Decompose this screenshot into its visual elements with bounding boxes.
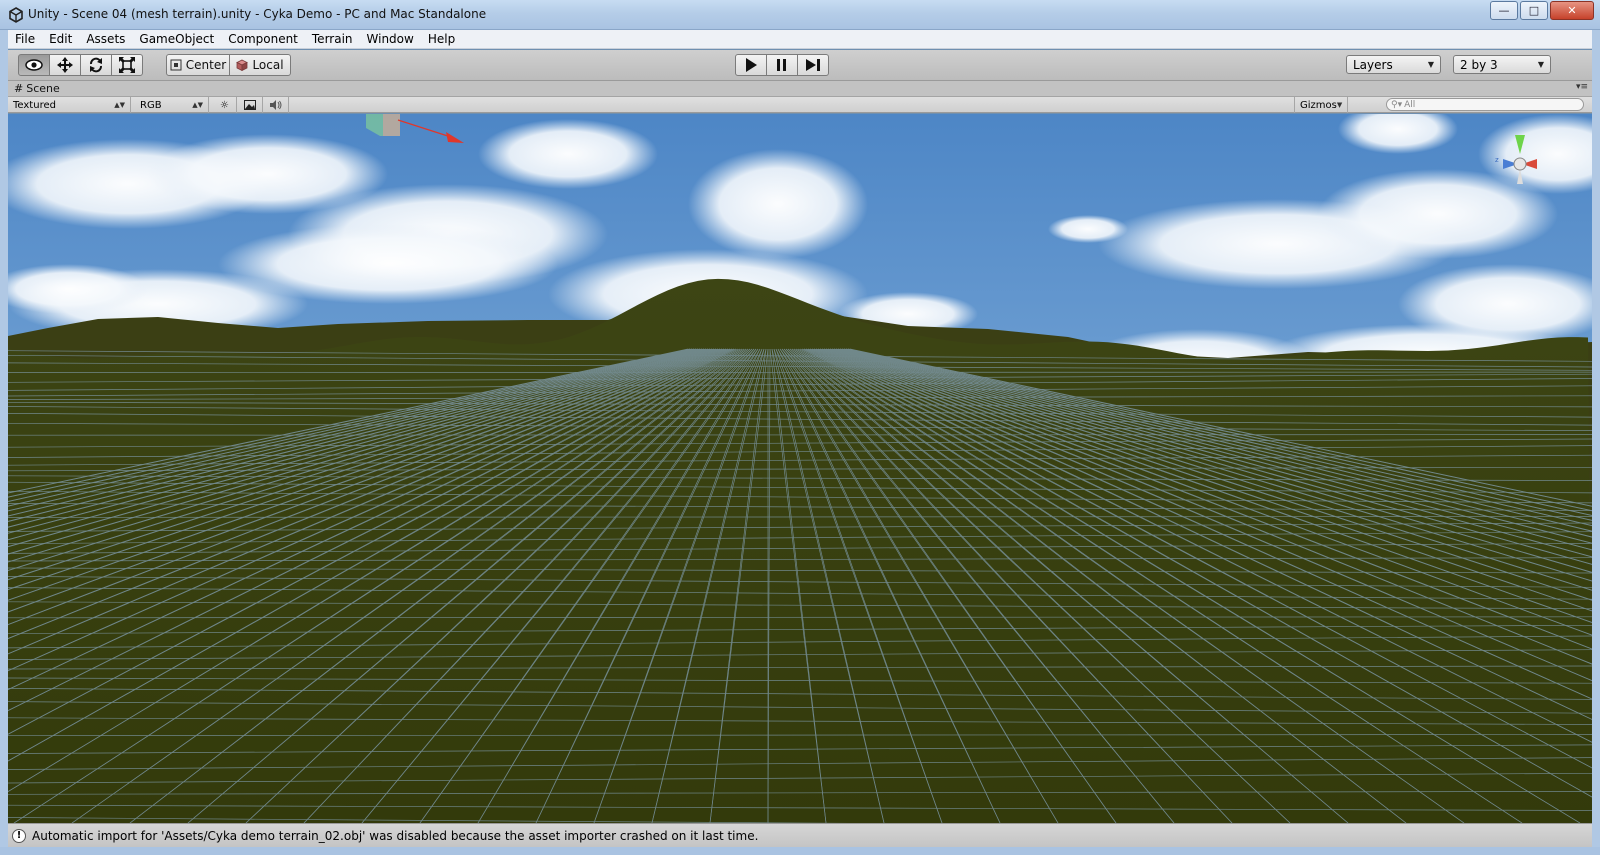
menu-assets[interactable]: Assets xyxy=(79,30,132,49)
scene-viewport[interactable]: z xyxy=(8,114,1592,823)
svg-text:z: z xyxy=(1495,156,1499,164)
layout-label: 2 by 3 xyxy=(1460,57,1498,72)
pivot-group: Center Local xyxy=(166,54,291,76)
menu-gameobject[interactable]: GameObject xyxy=(132,30,221,49)
menu-window[interactable]: Window xyxy=(360,30,421,49)
gizmos-label: Gizmos xyxy=(1300,99,1337,111)
scene-search-input[interactable]: ⚲▾ All xyxy=(1386,98,1584,111)
menu-terrain[interactable]: Terrain xyxy=(305,30,360,49)
search-icon: ⚲▾ xyxy=(1391,99,1403,110)
menu-edit[interactable]: Edit xyxy=(42,30,79,49)
minimize-icon: — xyxy=(1498,4,1510,17)
scene-toolbar: Textured ▲▼ RGB ▲▼ ☼ Gizmos ▼ ⚲▾ All xyxy=(8,97,1592,113)
play-button[interactable] xyxy=(735,54,767,76)
space-label: Local xyxy=(252,58,284,72)
title-bar: Unity - Scene 04 (mesh terrain).unity - … xyxy=(0,0,1600,30)
lighting-icon: ☼ xyxy=(220,99,229,111)
play-icon xyxy=(746,58,757,72)
close-button[interactable]: ✕ xyxy=(1550,1,1594,20)
dropdown-arrow-icon: ▼ xyxy=(1427,60,1434,69)
dropdown-arrow-icon: ▼ xyxy=(1336,101,1343,109)
scene-render: z xyxy=(8,114,1592,823)
image-effects-icon xyxy=(243,100,256,110)
maximize-button[interactable]: □ xyxy=(1520,1,1548,20)
menu-component[interactable]: Component xyxy=(221,30,305,49)
main-toolbar: Center Local Layers ▼ 2 by 3 ▼ xyxy=(8,50,1592,81)
scene-tab-bar: # Scene ▾≡ xyxy=(8,81,1592,97)
gizmos-dropdown[interactable]: Gizmos ▼ xyxy=(1294,97,1348,113)
audio-icon xyxy=(269,100,281,110)
view-hand-icon xyxy=(25,59,43,71)
dropdown-arrow-icon: ▼ xyxy=(1537,60,1544,69)
warning-icon: ! xyxy=(12,828,26,843)
layers-dropdown[interactable]: Layers ▼ xyxy=(1346,55,1441,74)
lighting-toggle[interactable]: ☼ xyxy=(213,97,237,113)
move-tool-button[interactable] xyxy=(49,54,81,76)
unity-logo-icon xyxy=(9,7,23,23)
image-effects-toggle[interactable] xyxy=(237,97,263,113)
tab-scene[interactable]: # Scene xyxy=(14,82,60,95)
search-placeholder: All xyxy=(1404,99,1416,110)
view-tool-button[interactable] xyxy=(18,54,50,76)
render-mode-label: Textured xyxy=(13,99,56,111)
pivot-center-button[interactable]: Center xyxy=(166,54,230,76)
transform-tools xyxy=(18,54,143,76)
cloud xyxy=(688,149,868,259)
pivot-label: Center xyxy=(185,58,227,72)
audio-toggle[interactable] xyxy=(263,97,289,113)
dropdown-arrow-icon: ▲▼ xyxy=(114,101,125,109)
rotate-icon xyxy=(90,57,102,73)
maximize-icon: □ xyxy=(1528,4,1540,17)
channel-label: RGB xyxy=(140,99,162,111)
pause-button[interactable] xyxy=(766,54,798,76)
step-icon xyxy=(806,59,820,71)
scene-tab-label: Scene xyxy=(26,82,60,95)
menu-file[interactable]: File xyxy=(8,30,42,49)
dropdown-arrow-icon: ▲▼ xyxy=(192,101,203,109)
scale-tool-button[interactable] xyxy=(111,54,143,76)
render-mode-dropdown[interactable]: Textured ▲▼ xyxy=(8,97,131,113)
close-icon: ✕ xyxy=(1567,4,1577,17)
layers-label: Layers xyxy=(1353,57,1393,72)
move-icon xyxy=(57,57,73,73)
menu-help[interactable]: Help xyxy=(421,30,462,49)
window-frame-bottom xyxy=(0,847,1600,855)
scale-icon xyxy=(119,57,135,73)
status-bar: ! Automatic import for 'Assets/Cyka demo… xyxy=(8,823,1592,847)
layout-dropdown[interactable]: 2 by 3 ▼ xyxy=(1453,55,1551,74)
cloud xyxy=(1048,215,1128,243)
rotate-tool-button[interactable] xyxy=(80,54,112,76)
center-pivot-icon xyxy=(170,59,182,71)
play-controls xyxy=(735,54,829,76)
pause-icon xyxy=(777,59,786,71)
channel-dropdown[interactable]: RGB ▲▼ xyxy=(135,97,209,113)
step-button[interactable] xyxy=(797,54,829,76)
status-message[interactable]: Automatic import for 'Assets/Cyka demo t… xyxy=(32,829,758,843)
menu-bar: File Edit Assets GameObject Component Te… xyxy=(8,30,1592,49)
tab-menu-icon[interactable]: ▾≡ xyxy=(1576,82,1588,92)
minimize-button[interactable]: — xyxy=(1490,1,1518,20)
window-title: Unity - Scene 04 (mesh terrain).unity - … xyxy=(28,7,487,21)
cloud xyxy=(478,119,658,189)
scene-grid-icon: # xyxy=(14,82,24,95)
window-frame-left xyxy=(0,30,8,847)
local-cube-icon xyxy=(236,59,249,71)
pivot-space-button[interactable]: Local xyxy=(229,54,291,76)
window-frame-right xyxy=(1592,30,1600,847)
